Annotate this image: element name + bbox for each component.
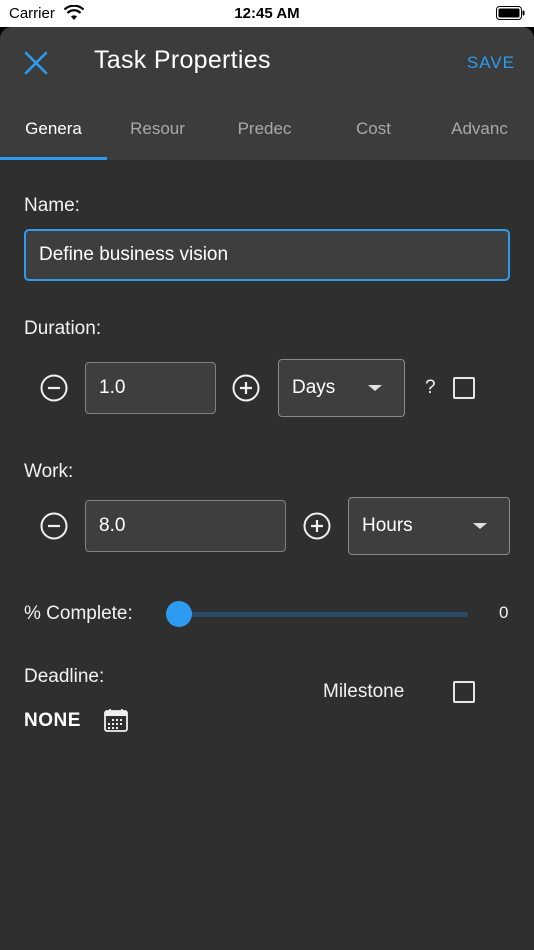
minus-circle-icon[interactable]	[39, 511, 69, 541]
tab-predecessors[interactable]: Predec	[211, 107, 318, 160]
minus-circle-icon[interactable]	[39, 373, 69, 403]
tab-bar: Genera Resour Predec Cost Advanc	[0, 107, 534, 160]
calendar-icon[interactable]	[103, 708, 129, 734]
complete-label: % Complete:	[24, 603, 133, 624]
estimated-checkbox[interactable]	[453, 377, 475, 399]
battery-icon	[496, 6, 525, 20]
deadline-label: Deadline:	[24, 666, 105, 687]
work-unit-value: Hours	[362, 515, 413, 536]
status-bar: Carrier 12:45 AM	[0, 0, 534, 27]
save-button[interactable]: SAVE	[467, 53, 515, 73]
work-label: Work:	[24, 461, 74, 482]
duration-field[interactable]: 1.0	[85, 362, 216, 414]
complete-value: 0	[499, 603, 509, 622]
status-time: 12:45 AM	[234, 5, 300, 22]
work-field[interactable]: 8.0	[85, 500, 286, 552]
milestone-label: Milestone	[323, 681, 405, 702]
plus-circle-icon[interactable]	[231, 373, 261, 403]
tab-indicator	[0, 157, 107, 160]
header: Task Properties SAVE Genera Resour Prede…	[0, 27, 534, 160]
chevron-down-icon	[473, 523, 487, 529]
close-icon[interactable]	[20, 47, 52, 79]
deadline-value[interactable]: NONE	[24, 710, 81, 732]
chevron-down-icon	[368, 385, 382, 391]
duration-label: Duration:	[24, 318, 102, 339]
tab-resources[interactable]: Resour	[104, 107, 211, 160]
page-title: Task Properties	[94, 46, 271, 74]
tab-advanced[interactable]: Advanc	[426, 107, 533, 160]
tab-cost[interactable]: Cost	[320, 107, 427, 160]
complete-slider-track[interactable]	[179, 612, 468, 617]
name-input[interactable]: Define business vision	[24, 229, 510, 281]
name-label: Name:	[24, 195, 80, 216]
task-properties-sheet: Task Properties SAVE Genera Resour Prede…	[0, 27, 534, 950]
duration-unit-value: Days	[292, 377, 336, 398]
tab-general[interactable]: Genera	[0, 107, 107, 160]
work-unit-dropdown[interactable]: Hours	[348, 497, 510, 555]
plus-circle-icon[interactable]	[302, 511, 332, 541]
duration-unit-dropdown[interactable]: Days	[278, 359, 405, 417]
milestone-checkbox[interactable]	[453, 681, 475, 703]
complete-slider-thumb[interactable]	[166, 601, 192, 627]
estimated-label: ?	[425, 377, 436, 398]
